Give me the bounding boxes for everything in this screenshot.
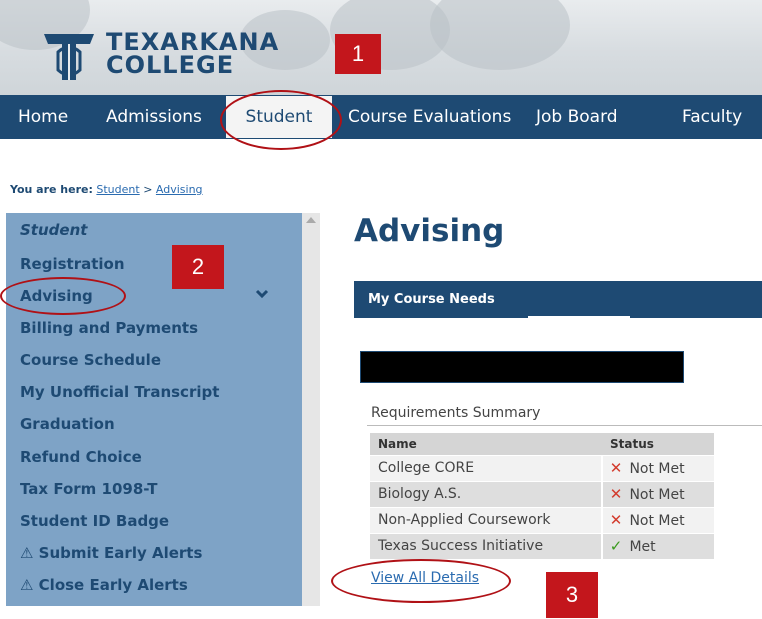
sidebar-item-transcript[interactable]: My Unofficial Transcript [20, 383, 219, 401]
breadcrumb-link-advising[interactable]: Advising [156, 183, 203, 196]
requirement-status: ✕ Not Met [601, 454, 714, 481]
check-icon: ✓ [609, 537, 623, 556]
sidebar-title[interactable]: Student [20, 221, 87, 239]
x-icon: ✕ [609, 511, 623, 529]
scroll-up-icon[interactable] [306, 217, 316, 223]
status-text: Met [629, 539, 656, 556]
breadcrumb-label: You are here: [10, 183, 93, 196]
requirement-name: Biology A.S. [370, 480, 602, 507]
table-row: Texas Success Initiative ✓ Met [370, 532, 714, 559]
view-all-details-link[interactable]: View All Details [371, 570, 479, 586]
requirement-name: College CORE [370, 454, 602, 481]
table-row: Biology A.S. ✕ Not Met [370, 480, 714, 507]
requirement-status: ✓ Met [601, 532, 714, 559]
requirement-name: Non-Applied Coursework [370, 506, 602, 533]
callout-marker-2: 2 [172, 245, 224, 289]
x-icon: ✕ [609, 485, 623, 503]
nav-job-board[interactable]: Job Board [536, 95, 618, 139]
breadcrumb: You are here: Student > Advising [10, 183, 203, 196]
course-needs-tab-indicator [528, 316, 630, 319]
course-needs-title: My Course Needs [368, 292, 495, 307]
column-header-name: Name [370, 433, 602, 455]
sidebar-item-billing[interactable]: Billing and Payments [20, 319, 198, 337]
callout-marker-1: 1 [335, 34, 381, 74]
sidebar-item-id-badge[interactable]: Student ID Badge [20, 512, 169, 530]
chevron-down-icon[interactable] [255, 289, 269, 299]
requirement-status: ✕ Not Met [601, 480, 714, 507]
sidebar-item-advising[interactable]: Advising [20, 287, 93, 305]
status-text: Not Met [629, 461, 685, 477]
table-row: Non-Applied Coursework ✕ Not Met [370, 506, 714, 533]
header-background-tree [430, 0, 570, 70]
sidebar-item-graduation[interactable]: Graduation [20, 415, 115, 433]
status-text: Not Met [629, 513, 685, 529]
table-row: College CORE ✕ Not Met [370, 454, 714, 481]
sidebar-scrollbar[interactable] [302, 213, 320, 606]
requirements-table: Name Status College CORE ✕ Not Met Biolo… [370, 433, 714, 559]
nav-admissions[interactable]: Admissions [106, 95, 202, 139]
page-title: Advising [354, 213, 505, 249]
sidebar-item-tax-form[interactable]: Tax Form 1098-T [20, 480, 158, 498]
sidebar: Student Registration Advising Billing an… [6, 213, 302, 606]
nav-faculty[interactable]: Faculty [682, 95, 742, 139]
sidebar-item-refund-choice[interactable]: Refund Choice [20, 448, 142, 466]
nav-student[interactable]: Student [226, 96, 332, 138]
status-text: Not Met [629, 487, 685, 503]
column-header-status: Status [602, 433, 714, 455]
x-icon: ✕ [609, 459, 623, 477]
college-logo[interactable]: TEXARKANA COLLEGE [40, 24, 340, 84]
course-needs-header: My Course Needs [354, 281, 762, 319]
logo-text-line2: COLLEGE [106, 51, 235, 79]
college-logo-icon [44, 34, 94, 80]
breadcrumb-separator: > [143, 183, 153, 196]
nav-course-evaluations[interactable]: Course Evaluations [348, 95, 511, 139]
sidebar-item-course-schedule[interactable]: Course Schedule [20, 351, 161, 369]
callout-marker-3: 3 [546, 572, 598, 618]
sidebar-item-submit-early-alerts[interactable]: ⚠ Submit Early Alerts [20, 544, 202, 562]
sidebar-item-close-early-alerts[interactable]: ⚠ Close Early Alerts [20, 576, 188, 594]
divider [367, 425, 762, 426]
requirements-summary-label: Requirements Summary [371, 405, 541, 421]
site-header: TEXARKANA COLLEGE 1 [0, 0, 762, 95]
nav-home[interactable]: Home [18, 95, 68, 139]
requirement-name: Texas Success Initiative [370, 532, 602, 559]
redacted-student-info [360, 351, 684, 383]
main-navigation: Home Admissions Course Evaluations Job B… [0, 95, 762, 139]
requirement-status: ✕ Not Met [601, 506, 714, 533]
sidebar-item-registration[interactable]: Registration [20, 255, 125, 273]
breadcrumb-link-student[interactable]: Student [96, 183, 139, 196]
